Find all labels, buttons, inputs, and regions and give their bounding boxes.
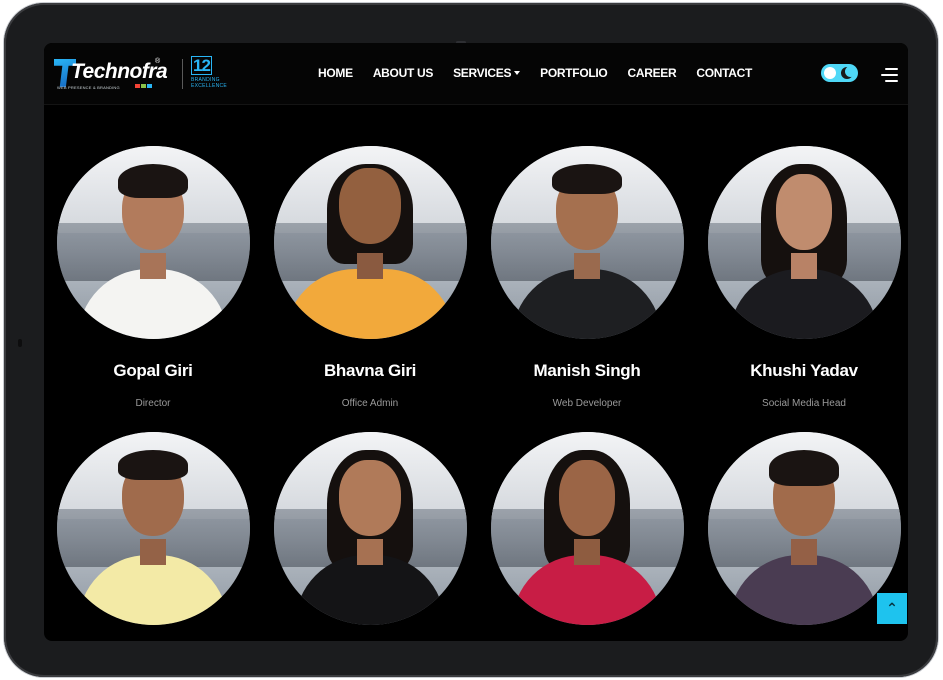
screen: Technofra ® WEB PRESENCE & BRANDING 12 B…: [44, 43, 908, 641]
team-card: [53, 432, 253, 641]
photo-hair: [118, 450, 188, 480]
double-chevron-up-icon: ⌃: [886, 600, 898, 616]
photo-hair: [769, 450, 839, 486]
team-card: Bhavna Giri Office Admin: [270, 146, 470, 409]
logo-square-blue: [147, 84, 152, 88]
photo-neck: [140, 253, 166, 279]
nav-career[interactable]: CAREER: [627, 66, 676, 80]
nav-label: SERVICES: [453, 66, 512, 80]
member-photo: [273, 432, 467, 625]
registered-mark: ®: [155, 58, 161, 65]
team-card: [487, 432, 687, 641]
photo-neck: [357, 539, 383, 565]
moon-icon: [841, 66, 856, 79]
badge-number: 12: [191, 56, 212, 75]
side-button: [18, 339, 22, 347]
logo-square-green: [141, 84, 146, 88]
member-photo: [273, 146, 467, 339]
team-card: Manish Singh Web Developer: [487, 146, 687, 409]
logo-wordmark: Technofra: [71, 60, 168, 83]
member-photo: [56, 432, 250, 625]
photo-face: [776, 174, 832, 250]
nav-services[interactable]: SERVICES: [453, 66, 521, 80]
hamburger-line: [881, 74, 898, 76]
nav-about-us[interactable]: ABOUT US: [372, 66, 434, 80]
team-card: Gopal Giri Director: [53, 146, 253, 409]
theme-toggle[interactable]: [821, 64, 858, 82]
toggle-knob: [824, 67, 836, 79]
member-photo: [707, 432, 901, 625]
member-photo: [707, 146, 901, 339]
member-role: Web Developer: [552, 398, 622, 409]
nav-portfolio[interactable]: PORTFOLIO: [540, 66, 608, 80]
badge-text: BRANDING EXCELLENCE: [191, 77, 228, 89]
main-menu: HOME ABOUT US SERVICES PORTFOLIO CAREER …: [318, 66, 772, 80]
photo-neck: [357, 253, 383, 279]
member-photo: [490, 432, 684, 625]
photo-face: [559, 460, 615, 536]
photo-neck: [574, 253, 600, 279]
member-photo: [490, 146, 684, 339]
scroll-to-top-button[interactable]: ⌃: [877, 593, 907, 624]
nav-label: PORTFOLIO: [540, 66, 608, 80]
hamburger-line: [885, 80, 898, 82]
member-name: Khushi Yadav: [750, 361, 858, 380]
photo-neck: [791, 253, 817, 279]
photo-hair: [552, 164, 622, 194]
tablet-frame: Technofra ® WEB PRESENCE & BRANDING 12 B…: [4, 3, 938, 677]
team-card: [270, 432, 470, 641]
logo-divider: [182, 59, 183, 89]
member-name: Gopal Giri: [113, 361, 193, 380]
logo-tagline: WEB PRESENCE & BRANDING: [57, 85, 120, 90]
team-card: [704, 432, 904, 641]
nav-contact[interactable]: CONTACT: [696, 66, 752, 80]
member-photo: [56, 146, 250, 339]
photo-neck: [140, 539, 166, 565]
hamburger-line: [885, 68, 898, 70]
nav-label: ABOUT US: [372, 66, 434, 80]
member-role: Social Media Head: [762, 398, 846, 409]
photo-face: [339, 460, 401, 536]
member-name: Manish Singh: [533, 361, 641, 380]
photo-hair: [118, 164, 188, 198]
photo-neck: [791, 539, 817, 565]
photo-face: [339, 168, 401, 244]
caret-down-icon: [514, 71, 521, 75]
nav-label: CAREER: [627, 66, 677, 80]
team-card: Khushi Yadav Social Media Head: [704, 146, 904, 409]
brand-logo[interactable]: Technofra ® WEB PRESENCE & BRANDING 12 B…: [54, 56, 227, 93]
member-role: Director: [135, 398, 171, 409]
nav-home[interactable]: HOME: [318, 66, 353, 80]
site-header: Technofra ® WEB PRESENCE & BRANDING 12 B…: [44, 43, 908, 105]
member-name: Bhavna Giri: [323, 361, 417, 380]
member-role: Office Admin: [341, 398, 399, 409]
logo-square-red: [135, 84, 140, 88]
nav-label: HOME: [318, 66, 353, 80]
nav-label: CONTACT: [696, 66, 753, 80]
hamburger-icon[interactable]: [881, 68, 898, 82]
photo-neck: [574, 539, 600, 565]
